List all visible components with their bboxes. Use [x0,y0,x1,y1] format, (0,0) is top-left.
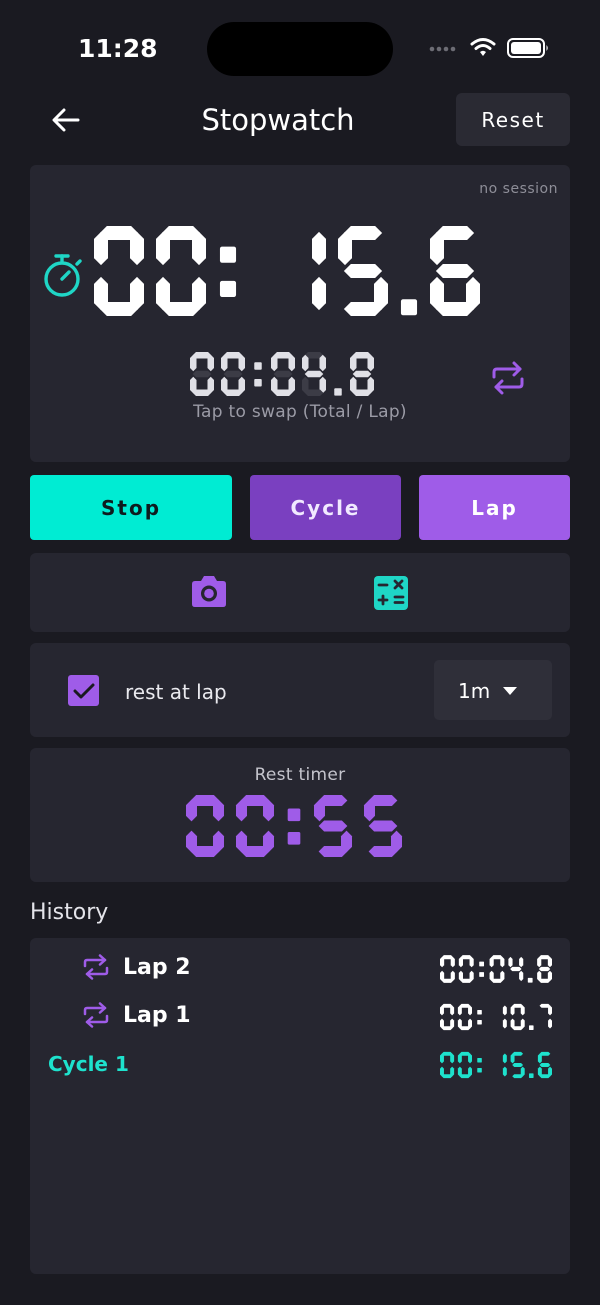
page-title: Stopwatch [201,103,355,137]
rest-at-lap-label: rest at lap [125,680,227,704]
session-label: no session [479,181,558,197]
history-list: Lap 2 Lap 1 Cycle 1 [30,938,570,1274]
lap-time-glyph [302,352,326,396]
stopwatch-icon [44,254,82,297]
back-button[interactable] [40,96,92,144]
history-row-time [440,1051,552,1079]
history-row-label: Lap 2 [123,955,191,980]
history-time-glyph [440,1003,455,1031]
history-time-glyph [502,1005,507,1029]
history-time-glyph [537,1051,552,1079]
history-time-glyph [489,955,505,983]
camera-icon[interactable] [188,572,230,612]
wifi-icon [470,38,496,50]
history-row-lap-2[interactable]: Lap 2 [30,952,570,986]
history-heading: History [30,900,109,925]
swap-hint: Tap to swap (Total / Lap) [193,402,407,422]
lap-button[interactable]: Lap [419,475,570,540]
cellular-signal-icon [429,46,456,52]
rest-timer-display [186,795,402,857]
history-time-glyph [510,1051,525,1079]
main-time-glyph [156,226,206,316]
main-time-glyph [430,226,480,316]
history-row-label: Cycle 1 [48,1052,129,1076]
status-time: 11:28 [78,34,158,63]
history-time-glyph [477,1009,482,1025]
history-row-cycle-1[interactable]: Cycle 1 [30,1048,570,1082]
rest-timer-glyph [364,795,402,857]
history-time-glyph [479,961,485,977]
history-time-glyph [440,955,455,983]
lap-time-glyph [190,352,214,396]
battery-icon [507,38,548,58]
dynamic-island [207,22,393,76]
history-time-glyph [457,1003,472,1031]
lap-swap-icon [83,1002,109,1028]
lap-time-glyph [271,352,295,396]
main-time-glyph [219,246,237,297]
lap-time-glyph [221,352,245,396]
lap-time-glyph [350,352,374,396]
main-time-glyph [400,299,418,316]
main-time-glyph [312,231,326,311]
history-row-time [440,955,552,983]
lap-time-display[interactable] [190,352,410,396]
history-time-glyph [537,955,552,983]
main-time-glyph [94,226,144,316]
cycle-button[interactable]: Cycle [250,475,401,540]
lap-time-glyph [334,388,342,396]
rest-timer-glyph [186,795,224,857]
history-time-glyph [529,1025,534,1030]
history-time-glyph [539,1003,552,1029]
dropdown-arrow-icon [503,687,517,695]
tools-card [30,553,570,632]
calculator-icon[interactable] [372,574,410,612]
history-time-glyph [508,956,524,982]
main-time-glyph [338,226,388,316]
history-time-glyph [510,1003,525,1031]
stop-button[interactable]: Stop [30,475,232,540]
history-time-glyph [457,1051,472,1079]
lap-time-glyph [254,362,262,387]
rest-duration-value: 1m [458,679,491,703]
history-time-glyph [502,1053,507,1077]
status-icons [429,38,548,58]
wifi-dot [480,50,486,56]
rest-timer-glyph [314,795,352,857]
history-time-glyph [440,1051,455,1079]
history-time-glyph [458,955,474,983]
rest-timer-label: Rest timer [254,765,346,785]
reset-button[interactable]: Reset [456,93,570,146]
history-row-time [440,1003,552,1031]
rest-at-lap-checkbox[interactable] [68,675,99,706]
main-time-display[interactable] [94,226,514,316]
rest-timer-glyph [236,795,274,857]
history-time-glyph [477,1057,482,1073]
history-time-glyph [527,977,533,983]
history-row-label: Lap 1 [123,1003,191,1028]
lap-swap-icon [83,954,109,980]
history-row-lap-1[interactable]: Lap 1 [30,1000,570,1034]
rest-timer-glyph [287,808,301,845]
swap-icon[interactable] [488,360,528,396]
back-arrow-icon [52,108,80,132]
checkmark-icon [73,683,94,698]
history-time-glyph [529,1073,534,1078]
